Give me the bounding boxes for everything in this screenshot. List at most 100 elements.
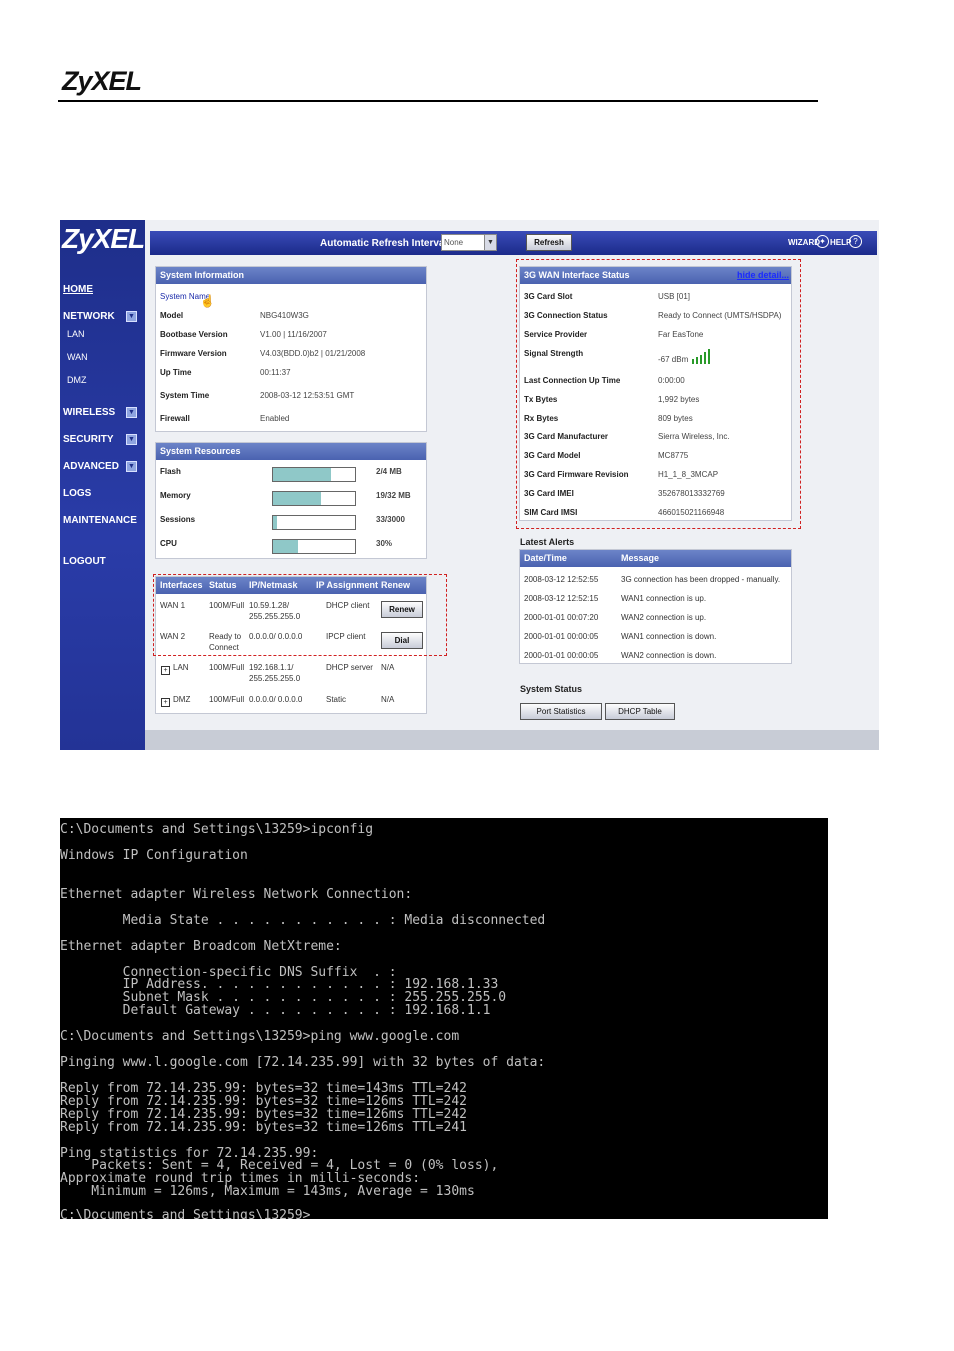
nav-wan[interactable]: WAN xyxy=(67,352,88,362)
alert-time: 2000-01-01 00:07:20 xyxy=(524,613,599,622)
info-value: V4.03(BDD.0)b2 | 01/21/2008 xyxy=(260,349,366,358)
alerts-header: Date/Time Message xyxy=(520,550,791,567)
top-toolbar: Automatic Refresh Interval None ▼ Refres… xyxy=(150,231,877,255)
nav-network[interactable]: NETWORK xyxy=(63,311,115,322)
interface-ip: 0.0.0.0/ 0.0.0.0 xyxy=(249,695,303,704)
terminal-line: C:\Documents and Settings\13259>ping www… xyxy=(60,1029,460,1044)
resource-label: CPU xyxy=(160,539,177,548)
hand-cursor-icon: ☝ xyxy=(200,294,215,308)
interface-action: N/A xyxy=(381,663,395,672)
refresh-interval-select[interactable]: None ▼ xyxy=(441,234,497,251)
alert-message: WAN1 connection is down. xyxy=(621,632,717,641)
latest-alerts-title: Latest Alerts xyxy=(520,537,575,547)
nav-logs[interactable]: LOGS xyxy=(63,488,91,499)
alert-message: 3G connection has been dropped - manuall… xyxy=(621,575,781,584)
interface-assignment: DHCP server xyxy=(326,663,373,672)
terminal-line: Windows IP Configuration xyxy=(60,848,248,863)
terminal-line: Default Gateway . . . . . . . . . : 192.… xyxy=(60,1003,491,1018)
interface-assignment: Static xyxy=(326,695,347,704)
resource-value: 30% xyxy=(376,539,393,548)
col-datetime: Date/Time xyxy=(524,553,567,563)
info-value: Enabled xyxy=(260,414,290,423)
sidebar: ZyXEL HOME NETWORK ▼ LAN WAN DMZ WIRELES… xyxy=(60,220,145,750)
latest-alerts-panel: Date/Time Message 2008-03-12 12:52:55 3G… xyxy=(519,549,792,664)
bottom-bar xyxy=(145,730,879,750)
expand-plus-icon[interactable]: + xyxy=(161,666,170,675)
nav-advanced[interactable]: ADVANCED xyxy=(63,461,119,472)
nav-dmz[interactable]: DMZ xyxy=(67,375,87,385)
resource-label: Memory xyxy=(160,491,191,500)
alert-time: 2000-01-01 00:00:05 xyxy=(524,632,599,641)
system-information-panel: System Information System Name ☝ Model NBG… xyxy=(155,266,427,432)
router-web-ui: ZyXEL HOME NETWORK ▼ LAN WAN DMZ WIRELES… xyxy=(60,220,879,750)
command-prompt-window: C:\Documents and Settings\13259>ipconfig… xyxy=(60,818,828,1219)
document-logo: ZyXEL xyxy=(62,66,142,96)
refresh-interval-value: None xyxy=(444,238,464,247)
highlight-box xyxy=(153,574,447,656)
info-value: 2008-03-12 12:53:51 GMT xyxy=(260,391,355,400)
header-divider xyxy=(58,100,818,102)
alert-time: 2008-03-12 12:52:15 xyxy=(524,594,599,603)
interface-ip: 192.168.1.1/ 255.255.255.0 xyxy=(249,663,301,683)
port-statistics-button[interactable]: Port Statistics xyxy=(520,703,602,720)
interface-action: N/A xyxy=(381,695,395,704)
nav-security[interactable]: SECURITY xyxy=(63,434,114,445)
terminal-line: Minimum = 126ms, Maximum = 143ms, Averag… xyxy=(60,1184,475,1199)
resource-bar xyxy=(272,467,356,482)
chevron-down-icon[interactable]: ▼ xyxy=(126,461,137,472)
chevron-down-icon[interactable]: ▼ xyxy=(484,235,496,250)
panel-title: System Information xyxy=(156,267,426,284)
info-label: System Time xyxy=(160,391,210,400)
alert-message: WAN2 connection is up. xyxy=(621,613,707,622)
info-value: 00:11:37 xyxy=(260,368,291,377)
highlight-box xyxy=(516,259,801,529)
help-icon[interactable]: ? xyxy=(849,235,862,248)
interface-status: 100M/Full xyxy=(209,695,245,704)
resource-value: 2/4 MB xyxy=(376,467,402,476)
nav-lan[interactable]: LAN xyxy=(67,329,85,339)
alert-message: WAN1 connection is up. xyxy=(621,594,707,603)
alert-time: 2008-03-12 12:52:55 xyxy=(524,575,599,584)
info-label: Model xyxy=(160,311,184,320)
terminal-line: C:\Documents and Settings\13259> xyxy=(60,1208,311,1219)
interface-status: 100M/Full xyxy=(209,663,245,672)
terminal-line: Pinging www.l.google.com [72.14.235.99] … xyxy=(60,1055,546,1070)
alert-message: WAN2 connection is down. xyxy=(621,651,717,660)
alert-time: 2000-01-01 00:00:05 xyxy=(524,651,599,660)
info-label: Firmware Version xyxy=(160,349,227,358)
panel-title: System Resources xyxy=(156,443,426,460)
terminal-line: Reply from 72.14.235.99: bytes=32 time=1… xyxy=(60,1120,467,1135)
info-label: Firewall xyxy=(160,414,190,423)
refresh-button[interactable]: Refresh xyxy=(526,234,572,251)
resource-value: 33/3000 xyxy=(376,515,405,524)
nav-wireless[interactable]: WIRELESS xyxy=(63,407,115,418)
system-resources-panel: System Resources Flash 2/4 MB Memory 19/… xyxy=(155,442,427,559)
info-label: Bootbase Version xyxy=(160,330,228,339)
chevron-down-icon[interactable]: ▼ xyxy=(126,407,137,418)
terminal-line: Media State . . . . . . . . . . . : Medi… xyxy=(60,913,546,928)
ui-logo: ZyXEL xyxy=(62,223,145,254)
refresh-interval-label: Automatic Refresh Interval xyxy=(320,238,448,249)
interface-name: DMZ xyxy=(173,695,191,704)
wizard-icon[interactable]: ✦ xyxy=(816,235,829,248)
interface-name: LAN xyxy=(173,663,189,672)
resource-label: Flash xyxy=(160,467,181,476)
terminal-line: C:\Documents and Settings\13259>ipconfig xyxy=(60,822,374,837)
dhcp-table-button[interactable]: DHCP Table xyxy=(605,703,675,720)
nav-home[interactable]: HOME xyxy=(63,284,93,295)
resource-label: Sessions xyxy=(160,515,196,524)
chevron-down-icon[interactable]: ▼ xyxy=(126,311,137,322)
info-label: Up Time xyxy=(160,368,192,377)
terminal-line: Ethernet adapter Broadcom NetXtreme: xyxy=(60,939,342,954)
chevron-down-icon[interactable]: ▼ xyxy=(126,434,137,445)
terminal-line: Ethernet adapter Wireless Network Connec… xyxy=(60,887,413,902)
resource-bar xyxy=(272,515,356,530)
nav-maintenance[interactable]: MAINTENANCE xyxy=(63,515,137,526)
system-status-title: System Status xyxy=(520,684,583,694)
resource-bar xyxy=(272,491,356,506)
expand-plus-icon[interactable]: + xyxy=(161,698,170,707)
info-value: V1.00 | 11/16/2007 xyxy=(260,330,327,339)
info-value: NBG410W3G xyxy=(260,311,309,320)
resource-value: 19/32 MB xyxy=(376,491,411,500)
nav-logout[interactable]: LOGOUT xyxy=(63,556,106,567)
